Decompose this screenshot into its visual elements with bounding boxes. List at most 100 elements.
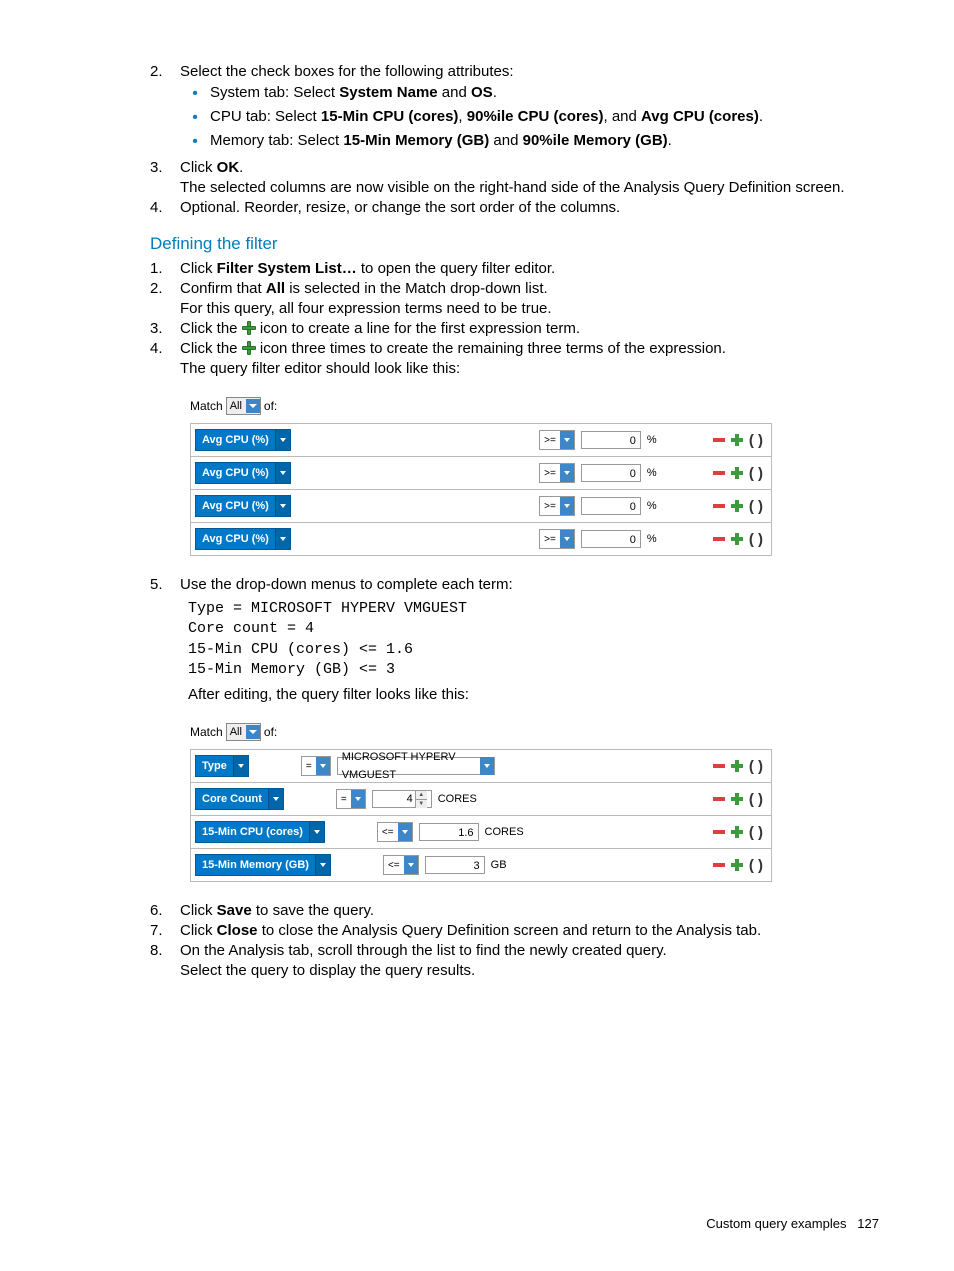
unit-label: % bbox=[647, 467, 707, 479]
field-label: Avg CPU (%) bbox=[202, 434, 269, 446]
chevron-down-icon bbox=[351, 790, 365, 808]
remove-row-icon[interactable] bbox=[713, 471, 725, 475]
operator-dropdown[interactable]: <= bbox=[383, 855, 419, 875]
value-input[interactable]: MICROSOFT HYPERV VMGUEST bbox=[337, 757, 495, 775]
chevron-down-icon bbox=[275, 496, 290, 516]
remove-row-icon[interactable] bbox=[713, 504, 725, 508]
filter-row: Avg CPU (%) >= 0% ( ) bbox=[191, 457, 771, 490]
bullet-memory: • Memory tab: Select 15-Min Memory (GB) … bbox=[180, 132, 879, 152]
operator-label: = bbox=[341, 794, 347, 805]
section-heading: Defining the filter bbox=[150, 234, 879, 254]
field-label: 15-Min CPU (cores) bbox=[202, 826, 303, 838]
operator-dropdown[interactable]: >= bbox=[539, 463, 575, 483]
filter-row: Avg CPU (%)>=0%( ) bbox=[191, 424, 771, 457]
row-controls: ( ) bbox=[713, 498, 763, 515]
chevron-down-icon bbox=[560, 497, 574, 515]
chevron-down-icon bbox=[275, 463, 290, 483]
value-input[interactable]: 3 bbox=[425, 856, 485, 874]
step-number: 3. bbox=[150, 320, 180, 337]
remove-row-icon[interactable] bbox=[713, 537, 725, 541]
group-icon[interactable]: ( ) bbox=[749, 465, 763, 482]
operator-dropdown[interactable]: >= bbox=[539, 430, 575, 450]
chevron-down-icon bbox=[560, 464, 574, 482]
field-label: 15-Min Memory (GB) bbox=[202, 859, 309, 871]
chevron-down-icon bbox=[233, 756, 248, 776]
group-icon[interactable]: ( ) bbox=[749, 791, 763, 808]
value-input[interactable]: 0 bbox=[581, 497, 641, 515]
bullet-system: • System tab: Select System Name and OS. bbox=[180, 84, 879, 104]
step-number: 3. bbox=[150, 159, 180, 196]
footer-text: Custom query examples bbox=[706, 1216, 846, 1231]
remove-row-icon[interactable] bbox=[713, 830, 725, 834]
add-row-icon[interactable] bbox=[731, 760, 743, 772]
chevron-down-icon bbox=[315, 855, 330, 875]
field-dropdown[interactable]: 15-Min CPU (cores) bbox=[195, 821, 325, 843]
def-step-7: 7. Click Close to close the Analysis Que… bbox=[150, 922, 879, 939]
field-dropdown[interactable]: Avg CPU (%) bbox=[195, 462, 291, 484]
bullet-cpu: • CPU tab: Select 15-Min CPU (cores), 90… bbox=[180, 108, 879, 128]
group-icon[interactable]: ( ) bbox=[749, 824, 763, 841]
add-row-icon[interactable] bbox=[731, 533, 743, 545]
spinner-control[interactable]: ▲▼ bbox=[415, 791, 427, 808]
remove-row-icon[interactable] bbox=[713, 764, 725, 768]
operator-dropdown[interactable]: = bbox=[301, 756, 331, 776]
step-number: 2. bbox=[150, 63, 180, 156]
group-icon[interactable]: ( ) bbox=[749, 531, 763, 548]
field-dropdown[interactable]: Core Count bbox=[195, 788, 284, 810]
operator-dropdown[interactable]: <= bbox=[377, 822, 413, 842]
filter-editor-initial: Match All of: Avg CPU (%)>=0%( )Avg CPU … bbox=[190, 397, 770, 556]
field-label: Avg CPU (%) bbox=[202, 533, 269, 545]
step-4: 4. Optional. Reorder, resize, or change … bbox=[150, 199, 879, 216]
group-icon[interactable]: ( ) bbox=[749, 432, 763, 449]
step-text: Optional. Reorder, resize, or change the… bbox=[180, 199, 879, 216]
filter-row: Core Count=4▲▼CORES( ) bbox=[191, 783, 771, 816]
group-icon[interactable]: ( ) bbox=[749, 498, 763, 515]
add-row-icon[interactable] bbox=[731, 434, 743, 446]
field-dropdown[interactable]: Type bbox=[195, 755, 249, 777]
step-2: 2. Select the check boxes for the follow… bbox=[150, 63, 879, 156]
step-after-text: The query filter editor should look like… bbox=[180, 360, 879, 377]
def-step-5: 5. Use the drop-down menus to complete e… bbox=[150, 576, 879, 593]
step-number: 5. bbox=[150, 576, 180, 593]
match-label: Match bbox=[190, 725, 223, 739]
add-row-icon[interactable] bbox=[731, 500, 743, 512]
unit-label: % bbox=[647, 533, 707, 545]
row-controls: ( ) bbox=[713, 465, 763, 482]
operator-dropdown[interactable]: >= bbox=[539, 496, 575, 516]
chevron-down-icon bbox=[309, 822, 324, 842]
chevron-down-icon bbox=[275, 529, 290, 549]
after-code-text: After editing, the query filter looks li… bbox=[188, 686, 879, 703]
field-dropdown[interactable]: 15-Min Memory (GB) bbox=[195, 854, 331, 876]
value-input[interactable]: 4▲▼ bbox=[372, 790, 432, 808]
step-number: 7. bbox=[150, 922, 180, 939]
remove-row-icon[interactable] bbox=[713, 438, 725, 442]
group-icon[interactable]: ( ) bbox=[749, 857, 763, 874]
def-step-4: 4. Click the icon three times to create … bbox=[150, 340, 879, 377]
add-row-icon[interactable] bbox=[731, 826, 743, 838]
remove-row-icon[interactable] bbox=[713, 797, 725, 801]
value-input[interactable]: 0 bbox=[581, 530, 641, 548]
step-after-text: Select the query to display the query re… bbox=[180, 962, 879, 979]
value-input[interactable]: 0 bbox=[581, 464, 641, 482]
bullet-icon: • bbox=[180, 108, 210, 128]
operator-label: >= bbox=[544, 468, 556, 479]
unit-label: CORES bbox=[485, 826, 545, 838]
match-dropdown[interactable]: All bbox=[226, 397, 261, 415]
operator-dropdown[interactable]: = bbox=[336, 789, 366, 809]
field-dropdown[interactable]: Avg CPU (%) bbox=[195, 495, 291, 517]
filter-row: 15-Min Memory (GB)<=3GB( ) bbox=[191, 849, 771, 882]
operator-label: <= bbox=[388, 860, 400, 871]
value-input[interactable]: 0 bbox=[581, 431, 641, 449]
step-text: On the Analysis tab, scroll through the … bbox=[180, 942, 667, 959]
field-dropdown[interactable]: Avg CPU (%) bbox=[195, 528, 291, 550]
remove-row-icon[interactable] bbox=[713, 863, 725, 867]
add-row-icon[interactable] bbox=[731, 467, 743, 479]
add-row-icon[interactable] bbox=[731, 859, 743, 871]
match-dropdown[interactable]: All bbox=[226, 723, 261, 741]
operator-dropdown[interactable]: >= bbox=[539, 529, 575, 549]
field-dropdown[interactable]: Avg CPU (%) bbox=[195, 429, 291, 451]
add-row-icon[interactable] bbox=[731, 793, 743, 805]
value-input[interactable]: 1.6 bbox=[419, 823, 479, 841]
group-icon[interactable]: ( ) bbox=[749, 758, 763, 775]
match-line: Match All of: bbox=[190, 723, 770, 741]
